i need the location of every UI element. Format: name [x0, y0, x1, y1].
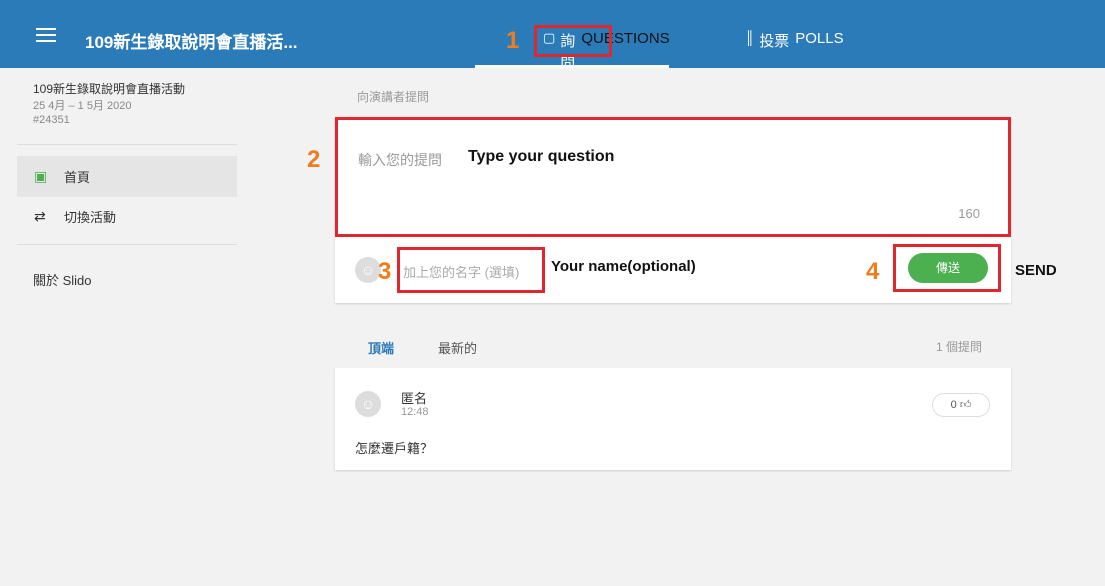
sidebar: 109新生錄取說明會直播活動 25 4月 – 1 5月 2020 #24351 … [0, 68, 253, 586]
send-annotation: SEND [1015, 262, 1057, 279]
name-annotation: Your name(optional) [551, 258, 696, 275]
name-input[interactable]: 加上您的名字 (選填) [403, 262, 519, 281]
chat-icon: ▣ [34, 168, 48, 184]
question-author: 匿名 [401, 391, 428, 406]
event-name: 109新生錄取說明會直播活動 [33, 82, 186, 96]
avatar-icon: ☺ [355, 391, 381, 417]
tab-polls-label: 投票 [759, 33, 790, 50]
sidebar-about[interactable]: 關於 Slido [33, 270, 92, 289]
question-placeholder: 輸入您的提問 [358, 152, 442, 168]
tab-polls[interactable]: ║ 投票 POLLS [745, 22, 885, 68]
question-input[interactable]: 輸入您的提問 Type your question 160 [335, 117, 1011, 237]
tab-newest[interactable]: 最新的 [438, 338, 477, 357]
sidebar-item-switch-event[interactable]: ⇄ 切換活動 [17, 196, 237, 237]
question-text: 怎麼遷戶籍？ [355, 441, 434, 456]
question-card: 輸入您的提問 Type your question 160 ☺ 加上您的名字 (… [335, 117, 1011, 303]
like-count: 0 [950, 399, 957, 411]
annotation-number-2: 2 [307, 146, 321, 173]
ask-title: 向演講者提問 [357, 90, 430, 104]
sidebar-item-label: 首頁 [64, 170, 91, 185]
send-button[interactable]: 傳送 [908, 253, 988, 283]
annotation-number-1: 1 [506, 27, 520, 54]
sidebar-divider [17, 144, 237, 145]
thumbs-up-icon: 👍︎ [959, 399, 972, 411]
sidebar-divider [17, 244, 237, 245]
name-row: ☺ 加上您的名字 (選填) Your name(optional) 傳送 [335, 239, 1011, 303]
event-dates: 25 4月 – 1 5月 2020 [33, 100, 132, 112]
question-item: ☺ 匿名 12:48 怎麼遷戶籍？ 0 👍︎ [335, 368, 1011, 470]
event-code: #24351 [33, 114, 70, 126]
annotation-number-3: 3 [378, 258, 392, 285]
question-annotation: Type your question [468, 148, 615, 165]
hamburger-icon[interactable] [36, 28, 56, 42]
highlight-frame-1 [534, 25, 612, 57]
tab-polls-annotation: POLLS [795, 30, 844, 47]
annotation-number-4: 4 [866, 258, 880, 285]
question-time: 12:48 [401, 406, 429, 418]
switch-icon: ⇄ [34, 208, 46, 224]
question-count: 1 個提問 [936, 340, 983, 354]
bar-chart-icon: ║ [745, 30, 755, 45]
char-counter: 160 [958, 206, 980, 221]
like-button[interactable]: 0 👍︎ [932, 393, 990, 417]
app-title: 109新生錄取說明會直播活... [85, 33, 298, 52]
sidebar-item-label: 切換活動 [64, 210, 117, 225]
sidebar-item-home[interactable]: ▣ 首頁 [17, 156, 237, 197]
